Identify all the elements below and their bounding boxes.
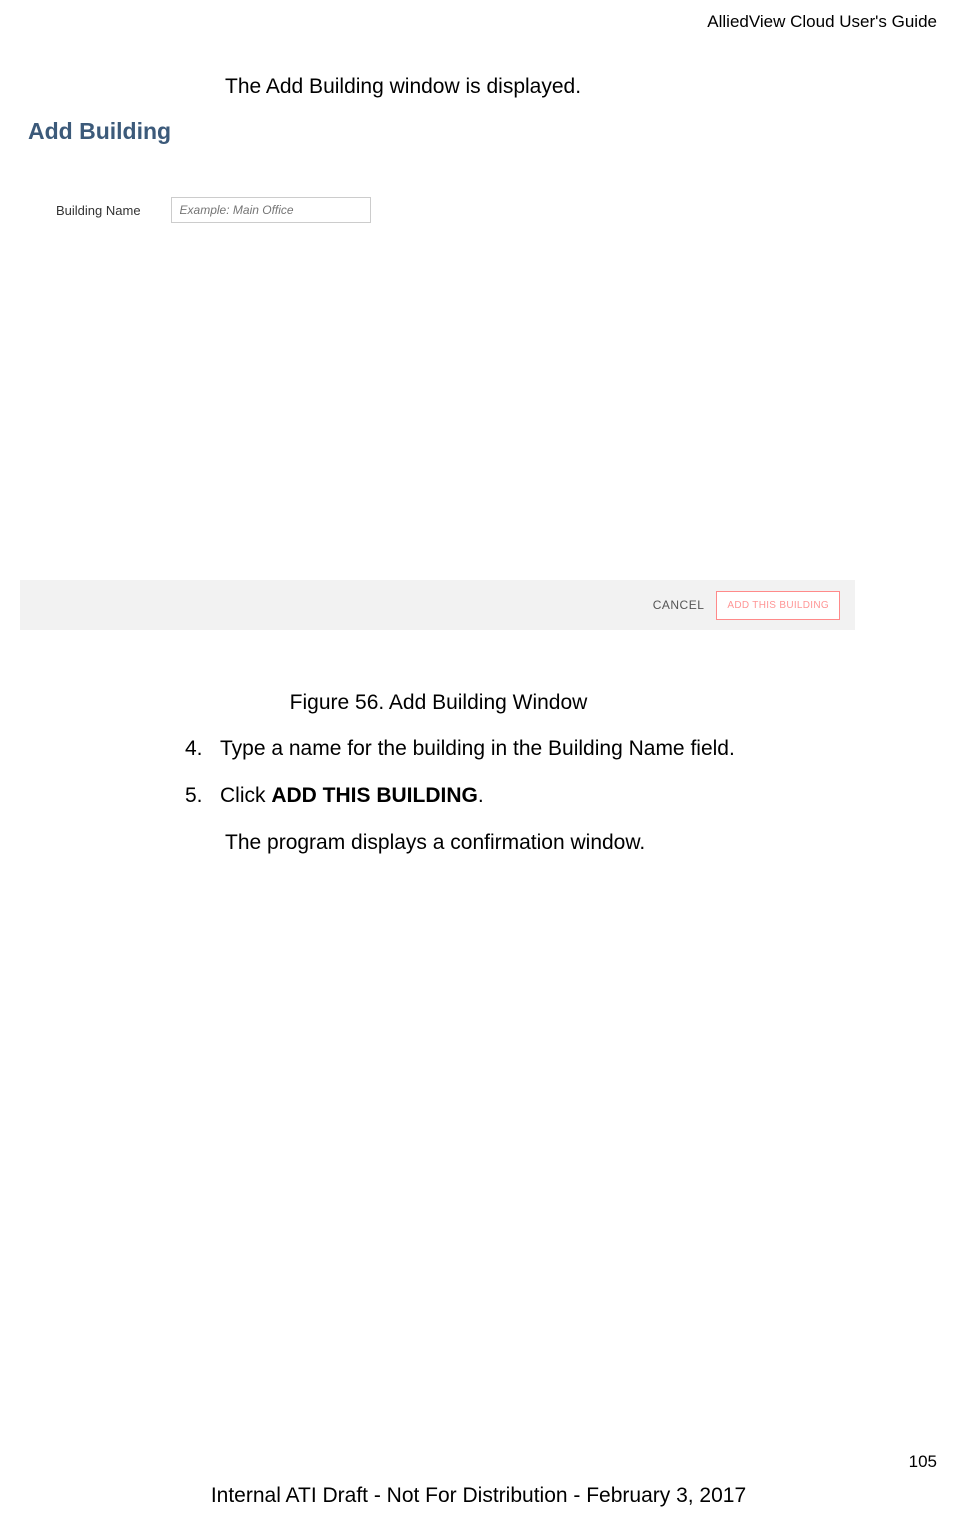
step-5: 5.Click ADD THIS BUILDING. (185, 784, 484, 808)
screenshot-footer: CANCEL ADD THIS BUILDING (20, 580, 855, 630)
footer-draft-notice: Internal ATI Draft - Not For Distributio… (0, 1484, 957, 1508)
building-name-label: Building Name (56, 203, 141, 218)
add-building-screenshot: Add Building Building Name CANCEL ADD TH… (20, 108, 855, 630)
step-5-prefix: Click (220, 784, 271, 807)
screenshot-window-title: Add Building (20, 108, 855, 145)
step-4: 4.Type a name for the building in the Bu… (185, 737, 735, 761)
figure-caption: Figure 56. Add Building Window (0, 691, 877, 715)
step-5-suffix: . (478, 784, 484, 807)
step-4-text: Type a name for the building in the Buil… (220, 737, 735, 760)
form-row: Building Name (20, 197, 855, 223)
add-this-building-button[interactable]: ADD THIS BUILDING (716, 591, 840, 620)
step-4-number: 4. (185, 737, 220, 761)
step-5-number: 5. (185, 784, 220, 808)
page-number: 105 (909, 1452, 937, 1472)
intro-text: The Add Building window is displayed. (225, 75, 581, 99)
building-name-input[interactable] (171, 197, 371, 223)
header-guide-title: AlliedView Cloud User's Guide (707, 12, 937, 32)
cancel-button[interactable]: CANCEL (653, 598, 705, 612)
confirmation-text: The program displays a confirmation wind… (225, 831, 645, 855)
step-5-bold: ADD THIS BUILDING (271, 784, 478, 807)
